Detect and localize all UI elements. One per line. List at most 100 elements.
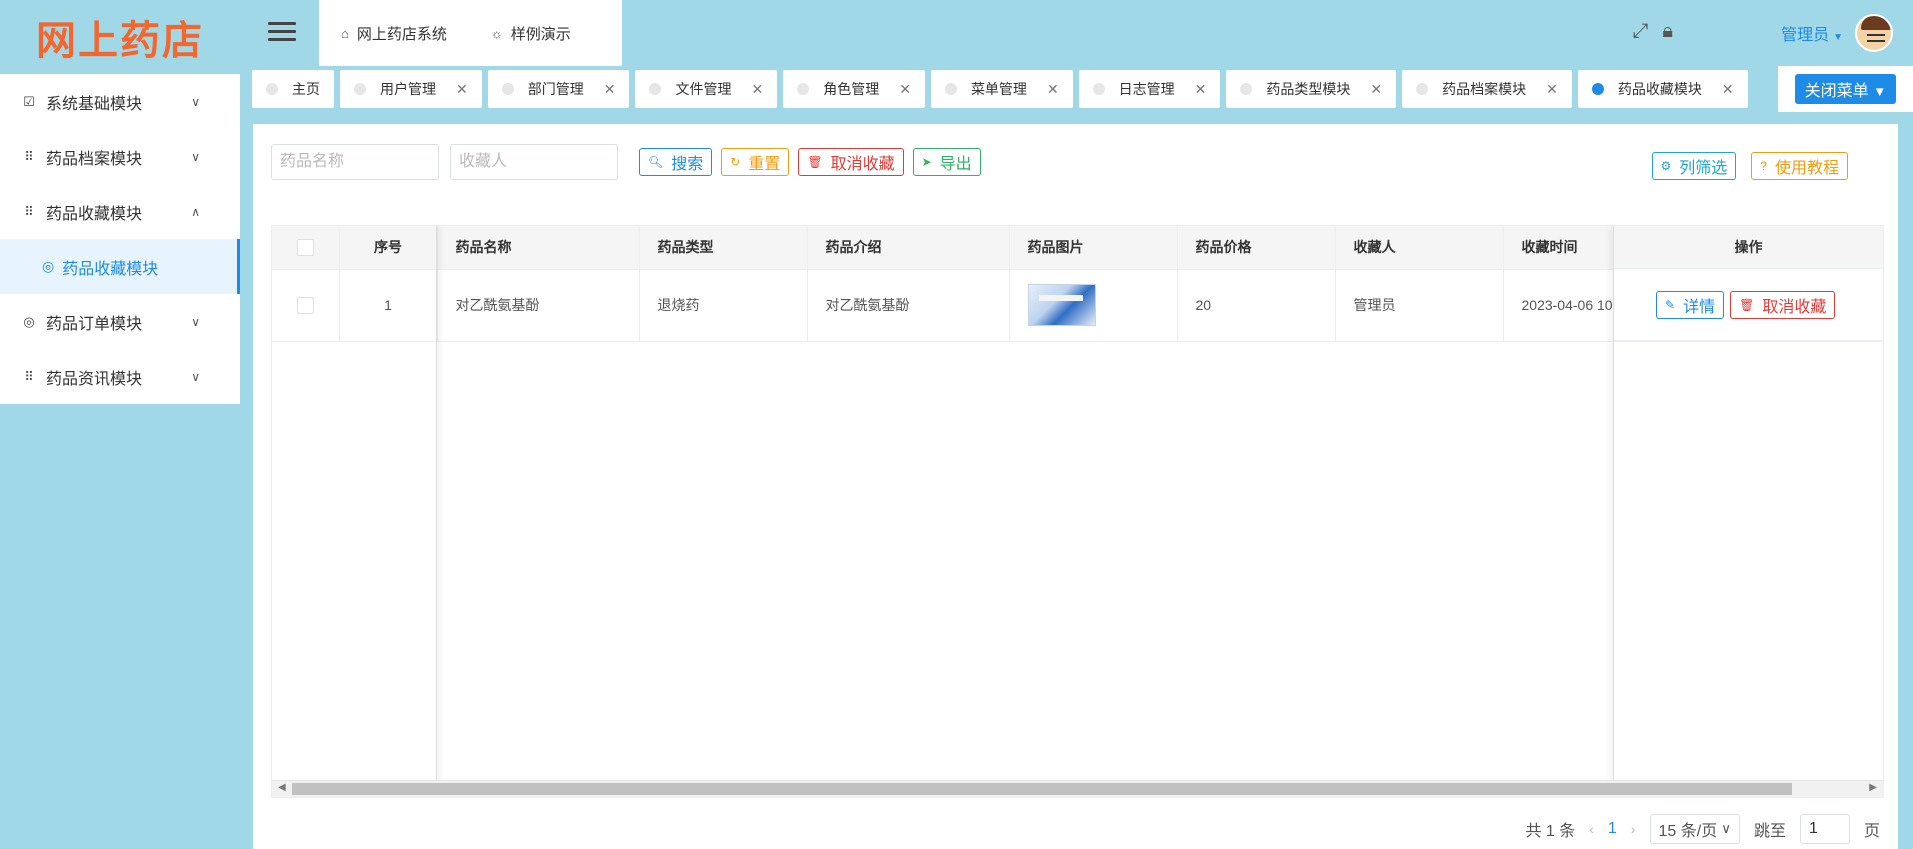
hamburger-menu-icon[interactable]	[268, 22, 296, 44]
sidebar-subitem-label: 药品收藏模块	[62, 260, 159, 278]
detail-button[interactable]: ✎ 详情	[1656, 290, 1725, 319]
header-nav: ⌂ 网上药店系统 ☼ 样例演示	[319, 0, 622, 66]
scrollbar-thumb[interactable]	[292, 783, 1792, 795]
refresh-icon: ↻	[730, 155, 741, 169]
page-number[interactable]: 1	[1608, 820, 1617, 838]
jump-label: 跳至	[1753, 823, 1786, 840]
user-name-text: 管理员	[1781, 27, 1830, 44]
tab-file-management[interactable]: 文件管理 ✕	[635, 70, 778, 108]
cell-drug-intro: 对乙酰氨基酚	[807, 269, 1010, 342]
user-menu[interactable]: 管理员 ▼	[1781, 14, 1893, 52]
collector-input[interactable]	[450, 144, 618, 180]
tab-home[interactable]: 主页	[252, 70, 334, 108]
main-content: 🔍︎ 搜索 ↻ 重置 🗑︎ 取消收藏 ➤ 导出 ⚙ 列筛选 ? 使用教程 序号 药品名称 药…	[253, 124, 1898, 849]
reset-button[interactable]: ↻ 重置	[721, 148, 790, 176]
jump-page-input[interactable]	[1799, 814, 1850, 844]
tab-label: 角色管理	[823, 81, 880, 97]
target-icon: ◎	[23, 313, 35, 329]
drug-thumbnail[interactable]	[1027, 284, 1096, 326]
tab-label: 文件管理	[675, 81, 732, 97]
select-all-cell	[272, 226, 340, 270]
close-icon[interactable]: ✕	[751, 81, 763, 98]
close-icon[interactable]: ✕	[456, 81, 468, 98]
cancel-favorite-label: 取消收藏	[830, 156, 895, 173]
next-page-icon[interactable]: ›	[1631, 821, 1636, 837]
close-icon[interactable]: ✕	[1370, 81, 1382, 98]
target-icon: ◎	[42, 258, 55, 274]
col-header-drug-image[interactable]: 药品图片	[1009, 226, 1178, 270]
sidebar-item-drug-archive[interactable]: ⠿ 药品档案模块 ∨	[0, 129, 240, 184]
horizontal-scrollbar[interactable]: ◀ ▶	[272, 780, 1883, 797]
column-filter-label: 列筛选	[1679, 160, 1728, 177]
chevron-down-icon: ∨	[191, 314, 200, 329]
tab-dot	[944, 83, 957, 95]
col-header-drug-type[interactable]: 药品类型	[639, 226, 808, 270]
close-icon[interactable]: ✕	[1195, 81, 1207, 98]
tab-drug-archive[interactable]: 药品档案模块 ✕	[1402, 70, 1572, 108]
col-header-collect-time[interactable]: 收藏时间	[1503, 226, 1616, 270]
sidebar-item-label: 药品档案模块	[46, 150, 143, 168]
tab-dept-management[interactable]: 部门管理 ✕	[487, 70, 630, 108]
tab-label: 日志管理	[1118, 81, 1175, 97]
select-all-checkbox[interactable]	[296, 239, 314, 257]
tab-label: 菜单管理	[970, 81, 1027, 97]
row-checkbox[interactable]	[296, 296, 314, 314]
close-icon[interactable]: ✕	[1722, 81, 1734, 98]
page-size-select[interactable]: 15 条/页 ∨	[1649, 814, 1740, 844]
close-icon[interactable]: ✕	[1047, 81, 1059, 98]
app-logo[interactable]: 网上药店	[0, 0, 240, 73]
col-header-collector[interactable]: 收藏人	[1335, 226, 1504, 270]
close-icon[interactable]: ✕	[1546, 81, 1558, 98]
tab-drug-favorite[interactable]: 药品收藏模块 ✕	[1577, 70, 1748, 108]
tab-dot	[354, 83, 366, 95]
row-cancel-favorite-button[interactable]: 🗑︎ 取消收藏	[1730, 290, 1836, 319]
pagination: 共 1 条 ‹ 1 › 15 条/页∨ 跳至 页	[1525, 814, 1880, 844]
prev-page-icon[interactable]: ‹	[1589, 821, 1594, 837]
col-header-drug-name[interactable]: 药品名称	[437, 226, 640, 270]
tutorial-button[interactable]: ? 使用教程	[1751, 152, 1848, 180]
search-button[interactable]: 🔍︎ 搜索	[639, 148, 713, 176]
tab-dot	[797, 83, 810, 95]
column-filter-button[interactable]: ⚙ 列筛选	[1651, 152, 1737, 180]
header-tab-label: 网上药店系统	[356, 25, 447, 43]
page-suffix: 页	[1863, 823, 1880, 840]
header-tab-system[interactable]: ⌂ 网上药店系统	[319, 23, 469, 44]
col-header-drug-price[interactable]: 药品价格	[1177, 226, 1336, 270]
logo-text: 网上药店	[36, 16, 204, 64]
search-button-label: 搜索	[671, 156, 704, 173]
tab-role-management[interactable]: 角色管理 ✕	[783, 70, 925, 108]
header-tab-demo[interactable]: ☼ 样例演示	[469, 23, 593, 44]
user-name[interactable]: 管理员 ▼	[1781, 21, 1843, 45]
export-button[interactable]: ➤ 导出	[912, 148, 981, 176]
scroll-left-icon[interactable]: ◀	[278, 782, 286, 793]
tab-drug-type[interactable]: 药品类型模块 ✕	[1226, 70, 1397, 108]
tab-dot	[1092, 83, 1105, 95]
close-icon[interactable]: ✕	[899, 81, 911, 98]
col-header-index[interactable]: 序号	[339, 226, 438, 270]
tab-log-management[interactable]: 日志管理 ✕	[1078, 70, 1221, 108]
edit-icon: ✎	[1665, 297, 1676, 312]
sidebar-item-drug-news[interactable]: ⠿ 药品资讯模块 ∨	[0, 349, 240, 404]
close-menu-area: 关闭菜单 ▼	[1778, 66, 1913, 112]
drug-name-input[interactable]	[271, 144, 439, 180]
col-header-drug-intro[interactable]: 药品介绍	[807, 226, 1010, 270]
sidebar-item-drug-favorite[interactable]: ⠿ 药品收藏模块 ∧	[0, 184, 240, 239]
grid-icon: ⠿	[24, 203, 34, 219]
avatar[interactable]	[1855, 14, 1893, 52]
total-count: 共 1 条	[1525, 823, 1576, 840]
scroll-right-icon[interactable]: ▶	[1869, 782, 1877, 793]
close-menu-button[interactable]: 关闭菜单 ▼	[1794, 74, 1897, 104]
sidebar-item-system-base[interactable]: ☑ 系统基础模块 ∨	[0, 74, 240, 129]
tab-user-management[interactable]: 用户管理 ✕	[340, 70, 482, 108]
close-icon[interactable]: ✕	[604, 81, 616, 98]
sidebar-subitem-drug-favorite[interactable]: ◎ 药品收藏模块	[0, 239, 240, 294]
sidebar-item-drug-order[interactable]: ◎ 药品订单模块 ∨	[0, 294, 240, 349]
tab-menu-management[interactable]: 菜单管理 ✕	[930, 70, 1073, 108]
cancel-favorite-button[interactable]: 🗑︎ 取消收藏	[798, 148, 904, 176]
fullscreen-icon[interactable]: ⤢	[1632, 20, 1648, 43]
lock-icon[interactable]: 🔒︎	[1662, 20, 1673, 43]
send-icon: ➤	[921, 155, 932, 169]
tab-dot	[501, 83, 514, 95]
chevron-down-icon: ∨	[191, 369, 200, 384]
cell-drug-price: 20	[1177, 269, 1336, 342]
